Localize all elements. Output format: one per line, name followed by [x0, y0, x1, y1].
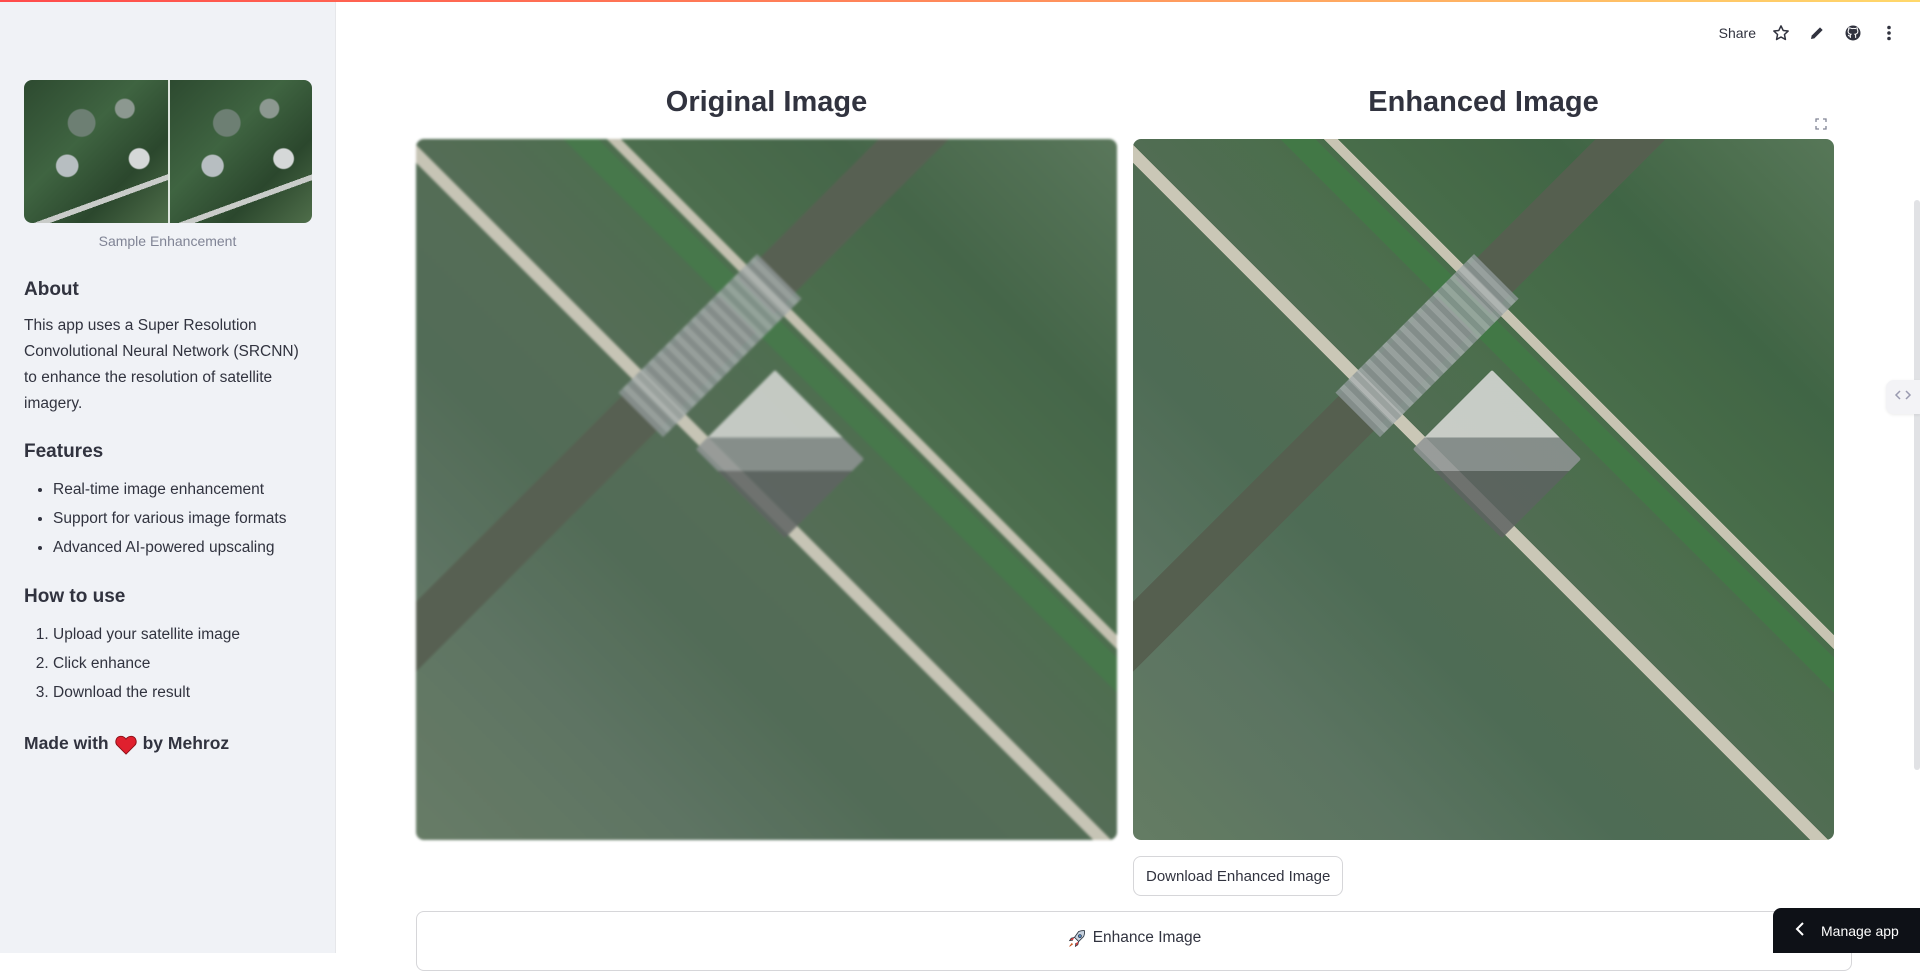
- enhanced-image-title: Enhanced Image: [1133, 86, 1834, 119]
- features-heading: Features: [24, 441, 311, 463]
- about-text: This app uses a Super Resolution Convolu…: [24, 313, 311, 417]
- sidebar: Sample Enhancement About This app uses a…: [0, 0, 336, 953]
- sidebar-expand-tab[interactable]: [1886, 380, 1920, 414]
- made-with-credit: Made with by Mehroz: [24, 733, 311, 754]
- manage-app-button[interactable]: Manage app: [1773, 908, 1920, 953]
- enhance-image-button[interactable]: Enhance Image: [416, 911, 1852, 971]
- list-item: Support for various image formats: [53, 504, 311, 533]
- code-icon: [1894, 388, 1912, 407]
- building-roof: [1413, 370, 1582, 539]
- list-item: Upload your satellite image: [53, 620, 311, 649]
- list-item: Real-time image enhancement: [53, 475, 311, 504]
- howto-steps-list: Upload your satellite image Click enhanc…: [24, 620, 311, 707]
- made-with-prefix: Made with: [24, 733, 109, 754]
- features-list: Real-time image enhancement Support for …: [24, 475, 311, 562]
- top-decoration-bar: [0, 0, 1920, 2]
- sample-enhancement-image: [24, 80, 312, 223]
- made-with-suffix: by Mehroz: [143, 733, 230, 754]
- page-scrollbar[interactable]: [1914, 200, 1920, 770]
- heart-icon: [115, 735, 137, 753]
- enhanced-satellite-image: [1133, 139, 1834, 840]
- rocket-icon: [1067, 929, 1087, 954]
- original-image-title: Original Image: [416, 86, 1117, 119]
- building-roof: [696, 370, 865, 539]
- list-item: Download the result: [53, 678, 311, 707]
- list-item: Advanced AI-powered upscaling: [53, 533, 311, 562]
- sample-after-image: [168, 80, 312, 223]
- original-satellite-image: [416, 139, 1117, 840]
- download-enhanced-button[interactable]: Download Enhanced Image: [1133, 856, 1343, 896]
- about-heading: About: [24, 279, 311, 301]
- sample-caption: Sample Enhancement: [24, 233, 311, 249]
- chevron-left-icon: [1795, 922, 1805, 939]
- sample-before-image: [24, 80, 168, 223]
- howto-heading: How to use: [24, 586, 311, 608]
- fullscreen-icon[interactable]: [1810, 113, 1832, 135]
- main-content: Original Image Enhanced Image Download E…: [336, 0, 1920, 953]
- manage-app-label: Manage app: [1821, 923, 1899, 939]
- enhance-image-label: Enhance Image: [1093, 929, 1202, 947]
- list-item: Click enhance: [53, 649, 311, 678]
